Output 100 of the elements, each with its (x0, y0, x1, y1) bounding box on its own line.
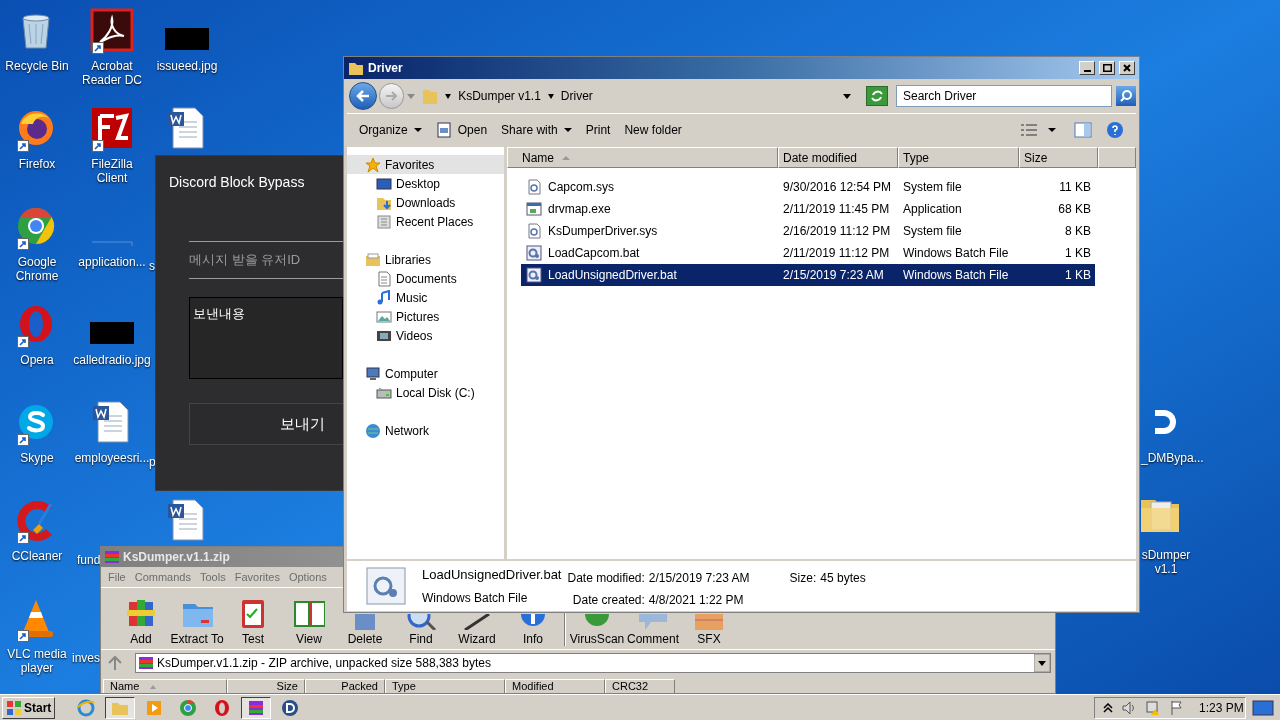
taskbar-button[interactable] (241, 696, 272, 719)
toolbar-button[interactable]: Info (523, 632, 543, 646)
column-header[interactable]: Type (898, 147, 1019, 168)
navigation-item[interactable]: Network (347, 421, 504, 440)
icon-label[interactable]: application... (76, 255, 148, 269)
minimize-button[interactable] (1079, 61, 1095, 75)
column-header[interactable]: Type (385, 679, 505, 693)
file-row[interactable]: LoadUnsignedDriver.bat 2/15/2019 7:23 AM Windows Batch File 1 KB (521, 264, 1095, 286)
toolbar-button[interactable]: Wizard (458, 632, 496, 646)
field-value: 2/15/2019 7:23 AM (648, 570, 750, 587)
toolbar-button[interactable]: Extract To (170, 632, 224, 646)
play-icon (145, 698, 164, 717)
column-header[interactable]: Name (507, 147, 778, 168)
file-row[interactable]: LoadCapcom.bat 2/11/2019 11:12 PM Windows Batch File 1 KB (521, 242, 1095, 264)
toolbar-button[interactable]: SFX (697, 632, 721, 646)
icon-label[interactable]: CCleaner (9, 549, 65, 563)
search-button[interactable] (1116, 86, 1136, 106)
monitor-icon (376, 175, 392, 192)
toolbar-button[interactable]: Add (130, 632, 152, 646)
chevron-icon[interactable] (546, 92, 555, 100)
column-header[interactable]: CRC32 (605, 679, 675, 693)
start-button[interactable]: Start (2, 696, 56, 719)
column-header[interactable]: Size (227, 679, 305, 693)
field-value: 4/8/2021 1:22 PM (648, 592, 745, 609)
column-header[interactable]: Name (103, 679, 227, 693)
navigation-item[interactable]: Favorites (347, 155, 504, 174)
clock-time[interactable]: 1:23 PM (1199, 698, 1244, 717)
dropdown-arrow-icon[interactable] (1034, 653, 1050, 672)
file-row[interactable]: Capcom.sys 9/30/2016 12:54 PM System file 11 KB (521, 176, 1095, 198)
view-list-icon[interactable] (1020, 122, 1038, 137)
column-header[interactable]: Modified (505, 679, 605, 693)
pdf-app-icon[interactable] (90, 8, 134, 52)
icon-label[interactable]: _DMBypa... (1141, 451, 1204, 465)
back-button[interactable] (349, 82, 377, 110)
file-row[interactable]: drvmap.exe 2/11/2019 11:45 PM Application 68 KB (521, 198, 1095, 220)
toolbar-button[interactable]: VirusScan (569, 632, 625, 646)
toolbar-button[interactable]: Open (429, 117, 494, 142)
navigation-item[interactable]: Downloads (347, 193, 504, 212)
address-bar[interactable]: KsDumper v1.1 Driver (422, 84, 857, 108)
dropdown-arrow-icon[interactable] (842, 92, 853, 100)
toolbar-button[interactable]: Find (409, 632, 433, 646)
flag-icon[interactable] (1169, 699, 1185, 716)
taskbar-button[interactable] (105, 696, 136, 719)
menu-item[interactable]: Favorites (234, 568, 280, 586)
navigation-item[interactable]: Libraries (347, 250, 504, 269)
navigation-item[interactable]: Local Disk (C:) (347, 383, 504, 402)
column-header[interactable]: Date modified (778, 147, 898, 168)
navigation-item[interactable]: Recent Places (347, 212, 504, 231)
menu-item[interactable]: Options (288, 568, 327, 586)
field-placeholder: Search Driver (903, 88, 977, 105)
column-header[interactable]: Size (1019, 147, 1098, 168)
toolbar-button[interactable]: Share with (495, 117, 578, 142)
icon-label[interactable]: Acrobat Reader DC (75, 59, 149, 87)
message-field[interactable]: 보낸내용 (189, 297, 343, 379)
speaker-icon[interactable] (1121, 699, 1137, 716)
toolbar-button[interactable]: View (296, 632, 322, 646)
file-row[interactable]: KsDumperDriver.sys 2/16/2019 11:12 PM System file 8 KB (521, 220, 1095, 242)
icon-label[interactable]: calledradio.jpg (71, 353, 153, 367)
navigation-item[interactable]: Desktop (347, 174, 504, 193)
toolbar-button[interactable]: New folder (618, 117, 688, 142)
search-field[interactable]: Search Driver (896, 85, 1113, 107)
menu-item[interactable]: Tools (200, 568, 226, 586)
icon-label[interactable]: Opera (18, 353, 56, 367)
refresh-button[interactable] (866, 86, 888, 106)
size-cell-text: 1 KB (1064, 245, 1092, 262)
path-combo-box[interactable]: KsDumper.v1.1.zip - ZIP archive, unpacked size 588,383 bytes (135, 652, 1051, 673)
show-desktop-icon[interactable] (1252, 699, 1274, 716)
icon-label[interactable]: Google Chrome (0, 255, 74, 283)
maximize-button[interactable] (1099, 61, 1115, 75)
toolbar-button[interactable]: Print (579, 117, 617, 142)
chevron-icon[interactable] (444, 92, 453, 100)
toolbar-button[interactable]: Delete (347, 632, 383, 646)
icon-label[interactable]: Recycle Bin (3, 59, 71, 73)
field-placeholder: 메시지 받을 유저ID (189, 251, 301, 270)
breadcrumb-item[interactable]: KsDumper v1.1 (458, 87, 541, 105)
date-cell-text: 2/11/2019 11:45 PM (782, 201, 891, 218)
ftp-app-icon[interactable] (90, 106, 134, 150)
menu-item[interactable]: Commands (134, 568, 191, 586)
star-icon (365, 156, 381, 173)
close-button[interactable] (1119, 61, 1135, 75)
chevron-up-icon[interactable] (1103, 702, 1113, 713)
icon-label[interactable]: sDumper v1.1 (1141, 548, 1191, 576)
send-button[interactable]: 보내기 (189, 403, 343, 445)
navigation-item[interactable]: Pictures (347, 307, 504, 326)
dropdown-arrow-icon[interactable] (1046, 125, 1058, 134)
icon-label[interactable]: issueed.jpg (154, 59, 220, 73)
navigation-item[interactable]: Documents (347, 269, 504, 288)
toolbar-button[interactable]: Test (242, 632, 264, 646)
navigation-item[interactable]: Videos (347, 326, 504, 345)
navigation-item[interactable]: Music (347, 288, 504, 307)
date-cell-text: 2/16/2019 11:12 PM (782, 223, 892, 240)
toolbar-button[interactable]: Comment (627, 632, 679, 646)
navigation-item[interactable]: Computer (347, 364, 504, 383)
breadcrumb-item[interactable]: Driver (560, 87, 593, 105)
icon-label[interactable]: FileZilla Client (75, 157, 149, 185)
column-header[interactable]: Packed (305, 679, 385, 693)
toolbar-button[interactable]: Organize (353, 117, 428, 142)
icon-label[interactable]: Firefox (16, 157, 58, 171)
icon-label[interactable]: Skype (18, 451, 56, 465)
help-icon[interactable] (1106, 120, 1124, 139)
